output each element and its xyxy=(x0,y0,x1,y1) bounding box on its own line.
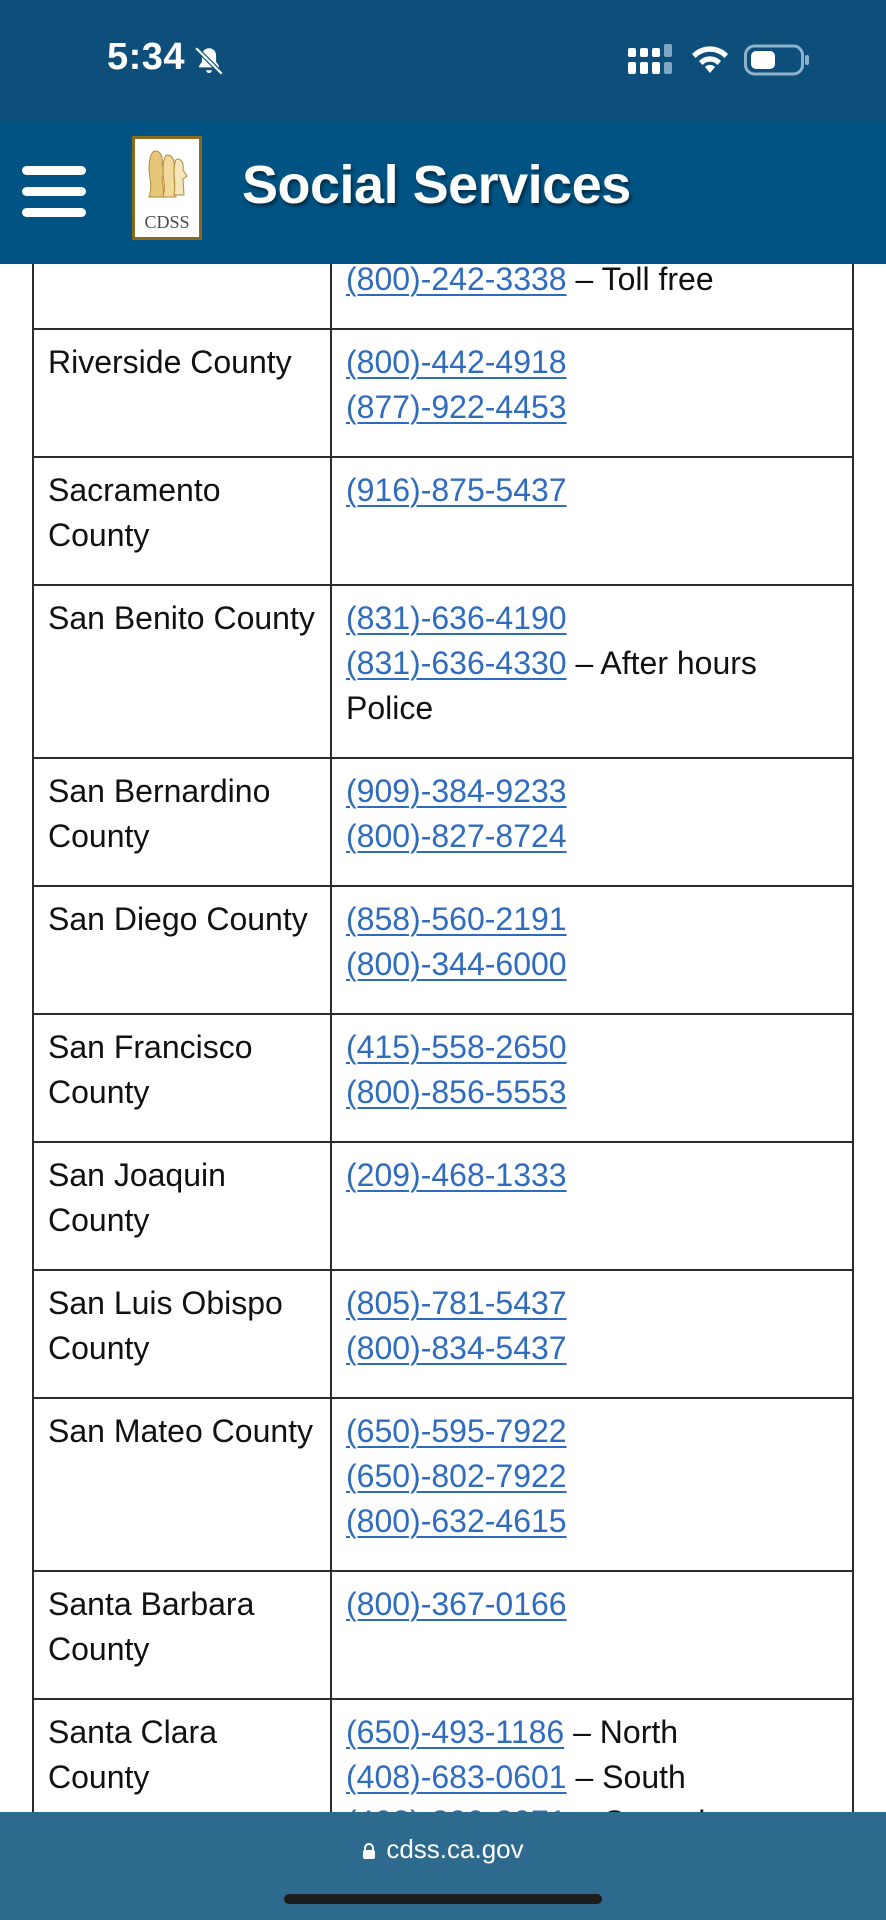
phone-note: – South xyxy=(566,1759,686,1795)
phone-note: – Toll free xyxy=(566,264,714,297)
county-name: Santa Clara County xyxy=(32,1698,332,1812)
phone-link[interactable]: (800)-242-3338 xyxy=(346,264,567,297)
table-row: Santa Barbara County (800)-367-0166 xyxy=(32,1570,854,1700)
page-title[interactable]: Social Services xyxy=(242,154,631,216)
phone-cell: (209)-468-1333 xyxy=(330,1141,854,1271)
county-name: San Mateo County xyxy=(32,1397,332,1572)
table-row: Santa Clara County (650)-493-1186 – North… xyxy=(32,1698,854,1812)
url-display[interactable]: cdss.ca.gov xyxy=(0,1834,886,1865)
browser-url-bar[interactable]: cdss.ca.gov xyxy=(0,1812,886,1920)
phone-link[interactable]: (800)-856-5553 xyxy=(346,1074,567,1110)
phone-cell: (805)-781-5437 (800)-834-5437 xyxy=(330,1269,854,1399)
logo-text: CDSS xyxy=(144,212,190,232)
phone-link[interactable]: (877)-922-4453 xyxy=(346,389,567,425)
county-name: Riverside County xyxy=(32,328,332,458)
county-phone-table-container: (000)-000-0000 (800)-242-3338 – Toll fre… xyxy=(0,264,886,1812)
table-row: Sacramento County (916)-875-5437 xyxy=(32,456,854,586)
phone-cell: (800)-442-4918 (877)-922-4453 xyxy=(330,328,854,458)
table-row: San Joaquin County (209)-468-1333 xyxy=(32,1141,854,1271)
menu-bar-icon xyxy=(22,166,86,175)
menu-bar-icon xyxy=(22,208,86,217)
status-time: 5:34 xyxy=(107,36,186,78)
lock-icon xyxy=(363,1843,376,1859)
phone-link[interactable]: (805)-781-5437 xyxy=(346,1285,567,1321)
hamburger-menu-button[interactable] xyxy=(22,166,86,218)
phone-link[interactable]: (831)-636-4190 xyxy=(346,600,567,636)
url-text: cdss.ca.gov xyxy=(386,1834,524,1864)
home-indicator[interactable] xyxy=(284,1894,602,1904)
phone-link[interactable]: (831)-636-4330 xyxy=(346,645,567,681)
phone-cell: (909)-384-9233 (800)-827-8724 xyxy=(330,757,854,887)
phone-link[interactable]: (415)-558-2650 xyxy=(346,1029,567,1065)
phone-link[interactable]: (408)-299-2071 xyxy=(346,1804,567,1812)
county-name: San Bernardino County xyxy=(32,757,332,887)
phone-link[interactable]: (650)-595-7922 xyxy=(346,1413,567,1449)
phone-cell: (916)-875-5437 xyxy=(330,456,854,586)
phone-link[interactable]: (800)-442-4918 xyxy=(346,344,567,380)
county-name: Sacramento County xyxy=(32,456,332,586)
table-row: San Diego County (858)-560-2191 (800)-344-… xyxy=(32,885,854,1015)
phone-link[interactable]: (650)-493-1186 xyxy=(346,1714,564,1750)
status-bar: 5:34 xyxy=(0,0,886,122)
county-name: San Diego County xyxy=(32,885,332,1015)
county-name: San Luis Obispo County xyxy=(32,1269,332,1399)
logo-figures-icon xyxy=(148,150,188,198)
table-row: San Mateo County (650)-595-7922 (650)-802-… xyxy=(32,1397,854,1572)
cdss-logo[interactable]: CDSS xyxy=(132,136,202,240)
phone-cell: (650)-595-7922 (650)-802-7922 (800)-632-46… xyxy=(330,1397,854,1572)
cellular-signal-icon xyxy=(628,44,672,74)
county-name: Santa Barbara County xyxy=(32,1570,332,1700)
phone-link[interactable]: (800)-632-4615 xyxy=(346,1503,567,1539)
table-row: Riverside County (800)-442-4918 (877)-922-… xyxy=(32,328,854,458)
phone-link[interactable]: (800)-344-6000 xyxy=(346,946,567,982)
phone-link[interactable]: (408)-683-0601 xyxy=(346,1759,567,1795)
phone-link[interactable]: (909)-384-9233 xyxy=(346,773,567,809)
phone-link[interactable]: (800)-827-8724 xyxy=(346,818,567,854)
phone-link[interactable]: (800)-834-5437 xyxy=(346,1330,567,1366)
phone-link[interactable]: (209)-468-1333 xyxy=(346,1157,567,1193)
phone-link[interactable]: (800)-367-0166 xyxy=(346,1586,567,1622)
table-row: San Benito County (831)-636-4190 (831)-636… xyxy=(32,584,854,759)
table-row: San Francisco County (415)-558-2650 (800)-… xyxy=(32,1013,854,1143)
phone-cell: (800)-367-0166 xyxy=(330,1570,854,1700)
phone-note: – North xyxy=(564,1714,679,1750)
county-phone-table: (000)-000-0000 (800)-242-3338 – Toll fre… xyxy=(32,264,854,1812)
phone-link[interactable]: (650)-802-7922 xyxy=(346,1458,567,1494)
table-row: San Luis Obispo County (805)-781-5437 (800… xyxy=(32,1269,854,1399)
phone-cell: (858)-560-2191 (800)-344-6000 xyxy=(330,885,854,1015)
county-name: San Joaquin County xyxy=(32,1141,332,1271)
phone-note: – Central xyxy=(567,1804,705,1812)
table-row: San Bernardino County (909)-384-9233 (800)… xyxy=(32,757,854,887)
county-name: San Benito County xyxy=(32,584,332,759)
silent-bell-icon xyxy=(194,46,224,76)
phone-cell: (650)-493-1186 – North (408)-683-0601 – S… xyxy=(330,1698,854,1812)
site-header: CDSS Social Services xyxy=(0,122,886,264)
phone-cell: (831)-636-4190 (831)-636-4330 – After hou… xyxy=(330,584,854,759)
menu-bar-icon xyxy=(22,187,86,196)
phone-link[interactable]: (858)-560-2191 xyxy=(346,901,567,937)
county-cell xyxy=(32,264,332,330)
wifi-icon xyxy=(692,46,728,73)
phone-cell: (415)-558-2650 (800)-856-5553 xyxy=(330,1013,854,1143)
battery-icon xyxy=(744,44,809,76)
county-name: San Francisco County xyxy=(32,1013,332,1143)
phone-link[interactable]: (916)-875-5437 xyxy=(346,472,567,508)
phone-cell: (000)-000-0000 (800)-242-3338 – Toll fre… xyxy=(330,264,854,330)
table-row: (000)-000-0000 (800)-242-3338 – Toll fre… xyxy=(32,264,854,330)
